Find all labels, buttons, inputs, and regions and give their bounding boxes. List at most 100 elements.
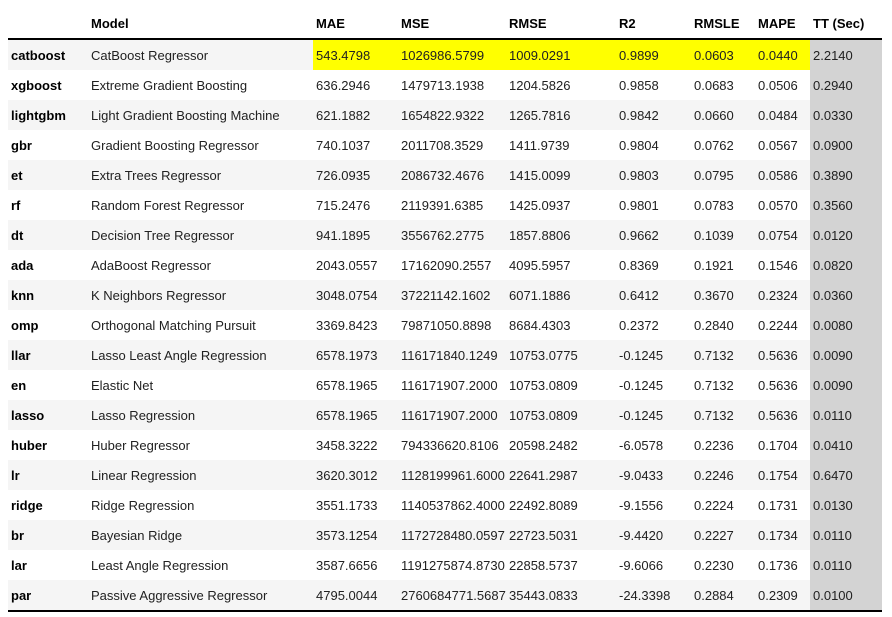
metric-value: 1411.9739: [506, 130, 616, 160]
col-header-index: [8, 8, 88, 39]
metric-value: 22858.5737: [506, 550, 616, 580]
metric-value: 3573.1254: [313, 520, 398, 550]
metric-value: 1172728480.0597: [398, 520, 506, 550]
metric-value: 0.0080: [810, 310, 882, 340]
header-row: ModelMAEMSERMSER2RMSLEMAPETT (Sec): [8, 8, 882, 39]
row-index-label: ada: [8, 250, 88, 280]
col-header-tt-sec: TT (Sec): [810, 8, 882, 39]
metric-value: 35443.0833: [506, 580, 616, 611]
metric-value: -6.0578: [616, 430, 691, 460]
col-header-rmse: RMSE: [506, 8, 616, 39]
metric-value: 0.8369: [616, 250, 691, 280]
metric-value: 0.2324: [755, 280, 810, 310]
table-row: lrLinear Regression3620.30121128199961.6…: [8, 460, 882, 490]
metric-value: 0.2227: [691, 520, 755, 550]
col-header-mape: MAPE: [755, 8, 810, 39]
row-index-label: catboost: [8, 39, 88, 70]
model-name: Ridge Regression: [88, 490, 313, 520]
metric-value: 0.9803: [616, 160, 691, 190]
metric-value: 1128199961.6000: [398, 460, 506, 490]
metric-value: 715.2476: [313, 190, 398, 220]
row-index-label: knn: [8, 280, 88, 310]
metric-value: 1425.0937: [506, 190, 616, 220]
row-index-label: omp: [8, 310, 88, 340]
metric-value: 0.0110: [810, 400, 882, 430]
table-body: catboostCatBoost Regressor543.4798102698…: [8, 39, 882, 611]
model-name: Huber Regressor: [88, 430, 313, 460]
row-index-label: lightgbm: [8, 100, 88, 130]
metric-value: -9.0433: [616, 460, 691, 490]
metric-value: 0.9858: [616, 70, 691, 100]
metric-value: 1204.5826: [506, 70, 616, 100]
metric-value: 0.2309: [755, 580, 810, 611]
metric-value: 6071.1886: [506, 280, 616, 310]
metric-value: 6578.1973: [313, 340, 398, 370]
metric-value: 8684.4303: [506, 310, 616, 340]
model-name: Light Gradient Boosting Machine: [88, 100, 313, 130]
table-row: catboostCatBoost Regressor543.4798102698…: [8, 39, 882, 70]
model-name: Passive Aggressive Regressor: [88, 580, 313, 611]
table-header: ModelMAEMSERMSER2RMSLEMAPETT (Sec): [8, 8, 882, 39]
model-name: Gradient Boosting Regressor: [88, 130, 313, 160]
col-header-mae: MAE: [313, 8, 398, 39]
metric-value: 0.3890: [810, 160, 882, 190]
metric-value: 0.0120: [810, 220, 882, 250]
metric-value: 0.0820: [810, 250, 882, 280]
metric-value: 0.6470: [810, 460, 882, 490]
metric-value: 22492.8089: [506, 490, 616, 520]
metric-value: 0.3560: [810, 190, 882, 220]
model-name: AdaBoost Regressor: [88, 250, 313, 280]
metric-value: 0.5636: [755, 340, 810, 370]
metric-value: 3458.3222: [313, 430, 398, 460]
metric-value: 0.0586: [755, 160, 810, 190]
model-name: Random Forest Regressor: [88, 190, 313, 220]
metric-value: -24.3398: [616, 580, 691, 611]
metric-value: 1479713.1938: [398, 70, 506, 100]
metric-value: 1857.8806: [506, 220, 616, 250]
metric-value: 0.6412: [616, 280, 691, 310]
table-row: rfRandom Forest Regressor715.24762119391…: [8, 190, 882, 220]
metric-value: 3620.3012: [313, 460, 398, 490]
metric-value: 3369.8423: [313, 310, 398, 340]
model-name: Lasso Regression: [88, 400, 313, 430]
model-name: Orthogonal Matching Pursuit: [88, 310, 313, 340]
metric-value: 0.0330: [810, 100, 882, 130]
metric-value: 0.1731: [755, 490, 810, 520]
metric-value: 4795.0044: [313, 580, 398, 611]
col-header-mse: MSE: [398, 8, 506, 39]
metric-value: 0.0567: [755, 130, 810, 160]
metric-value: 1009.0291: [506, 39, 616, 70]
table-row: ompOrthogonal Matching Pursuit3369.84237…: [8, 310, 882, 340]
metric-value: 0.9801: [616, 190, 691, 220]
metric-value: 3587.6656: [313, 550, 398, 580]
metric-value: 1265.7816: [506, 100, 616, 130]
metric-value: 543.4798: [313, 39, 398, 70]
row-index-label: gbr: [8, 130, 88, 160]
model-name: Elastic Net: [88, 370, 313, 400]
metric-value: 0.0100: [810, 580, 882, 611]
row-index-label: huber: [8, 430, 88, 460]
metric-value: 116171840.1249: [398, 340, 506, 370]
model-name: Extra Trees Regressor: [88, 160, 313, 190]
model-name: Extreme Gradient Boosting: [88, 70, 313, 100]
metric-value: 79871050.8898: [398, 310, 506, 340]
row-index-label: lasso: [8, 400, 88, 430]
table-row: ridgeRidge Regression3551.17331140537862…: [8, 490, 882, 520]
col-header-rmsle: RMSLE: [691, 8, 755, 39]
metric-value: 0.9662: [616, 220, 691, 250]
col-header-r2: R2: [616, 8, 691, 39]
metric-value: 116171907.2000: [398, 370, 506, 400]
metric-value: -0.1245: [616, 340, 691, 370]
metric-value: 0.0410: [810, 430, 882, 460]
metric-value: 0.9842: [616, 100, 691, 130]
metric-value: 0.2230: [691, 550, 755, 580]
metric-value: 6578.1965: [313, 370, 398, 400]
metric-value: 0.0090: [810, 370, 882, 400]
col-header-model: Model: [88, 8, 313, 39]
metric-value: 941.1895: [313, 220, 398, 250]
metric-value: 0.0795: [691, 160, 755, 190]
metric-value: 636.2946: [313, 70, 398, 100]
metric-value: 0.0110: [810, 550, 882, 580]
metric-value: 0.9899: [616, 39, 691, 70]
metric-value: 0.2236: [691, 430, 755, 460]
